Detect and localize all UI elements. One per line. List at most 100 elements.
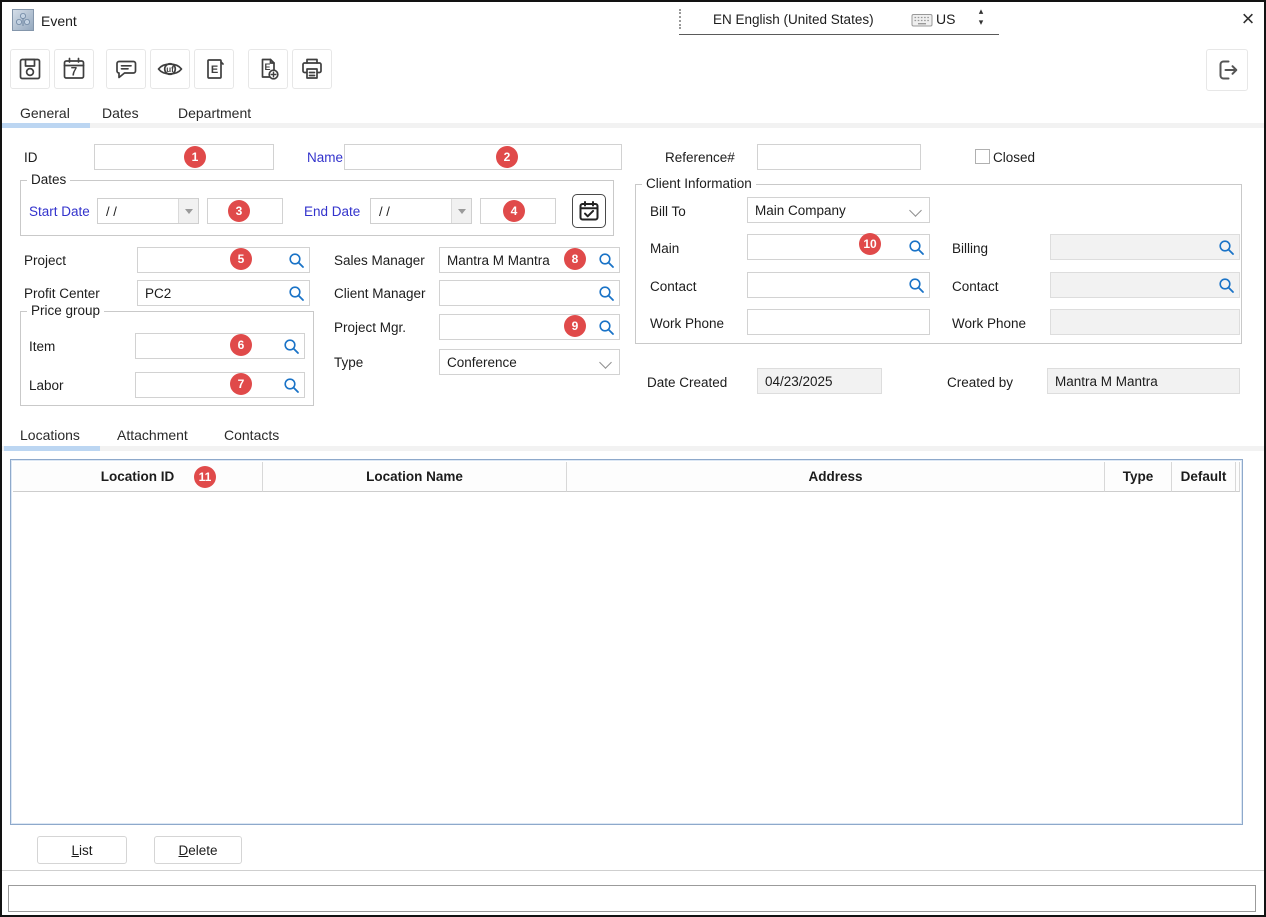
reference-label: Reference# (665, 150, 735, 165)
work-phone-left-field[interactable] (747, 309, 930, 335)
client-manager-field[interactable] (439, 280, 620, 306)
view-userfields-button[interactable]: uf (150, 49, 190, 89)
dates-group-label: Dates (27, 172, 70, 187)
main-field[interactable] (747, 234, 930, 260)
column-header-location-name[interactable]: Location Name (263, 462, 567, 492)
project-search-icon[interactable] (288, 252, 305, 269)
start-date-dropdown-arrow[interactable] (178, 199, 198, 223)
sales-manager-field[interactable]: Mantra M Mantra (439, 247, 620, 273)
annotation-badge-11: 11 (194, 466, 216, 488)
date-created-field: 04/23/2025 (757, 368, 882, 394)
print-button[interactable] (292, 49, 332, 89)
billing-search-icon[interactable] (1218, 239, 1235, 256)
annotation-badge-9: 9 (564, 315, 586, 337)
comment-icon (112, 55, 140, 83)
client-manager-search-icon[interactable] (598, 285, 615, 302)
end-date-dropdown-arrow[interactable] (451, 199, 471, 223)
tab-contacts[interactable]: Contacts (224, 427, 279, 443)
active-tab-underline (2, 123, 90, 128)
contact-left-field[interactable] (747, 272, 930, 298)
contact-left-search-icon[interactable] (908, 277, 925, 294)
annotation-badge-7: 7 (230, 373, 252, 395)
annotation-badge-4: 4 (503, 200, 525, 222)
chevron-down-icon[interactable] (909, 204, 922, 217)
column-header-location-id[interactable]: Location ID (13, 462, 263, 492)
svg-text:E: E (264, 62, 270, 72)
contact-right-field[interactable] (1050, 272, 1240, 298)
sales-manager-search-icon[interactable] (598, 252, 615, 269)
column-header-address[interactable]: Address (567, 462, 1105, 492)
work-phone-right-field[interactable] (1050, 309, 1240, 335)
close-button[interactable]: × (1235, 6, 1261, 32)
closed-checkbox[interactable] (975, 149, 990, 164)
created-by-field: Mantra M Mantra (1047, 368, 1240, 394)
tab-general[interactable]: General (20, 105, 70, 121)
profit-center-field[interactable]: PC2 (137, 280, 310, 306)
reference-field[interactable] (757, 144, 921, 170)
language-bar[interactable]: EN English (United States) US ▴ ▾ (679, 6, 999, 35)
language-bar-options-spinner[interactable]: ▴ ▾ (975, 8, 987, 26)
spin-up-icon[interactable]: ▴ (975, 8, 987, 15)
profit-center-search-icon[interactable] (288, 285, 305, 302)
project-field[interactable] (137, 247, 310, 273)
project-label: Project (24, 253, 66, 268)
comment-button[interactable] (106, 49, 146, 89)
calendar-check-button[interactable] (572, 194, 606, 228)
calendar-check-icon (577, 199, 601, 223)
status-divider (2, 870, 1264, 871)
tab-department[interactable]: Department (178, 105, 251, 121)
tab-locations[interactable]: Locations (20, 427, 80, 443)
save-button[interactable] (10, 49, 50, 89)
main-search-icon[interactable] (908, 239, 925, 256)
bill-to-dropdown[interactable]: Main Company (747, 197, 930, 223)
app-icon (12, 9, 34, 31)
item-field[interactable] (135, 333, 305, 359)
new-event-document-icon: E (254, 55, 282, 83)
exit-button[interactable] (1206, 49, 1248, 91)
start-date-combo[interactable]: / / (97, 198, 199, 224)
contact-right-label: Contact (952, 279, 999, 294)
client-manager-label: Client Manager (334, 286, 426, 301)
language-bar-grip[interactable] (679, 9, 681, 29)
tab-attachment[interactable]: Attachment (117, 427, 188, 443)
locations-table: Location ID Location Name Address Type D… (10, 459, 1243, 825)
column-header-default[interactable]: Default (1172, 462, 1236, 492)
billing-field[interactable] (1050, 234, 1240, 260)
name-field[interactable] (344, 144, 622, 170)
delete-button[interactable]: Delete (154, 836, 242, 864)
column-header-type[interactable]: Type (1105, 462, 1172, 492)
annotation-badge-3: 3 (228, 200, 250, 222)
save-icon (16, 55, 44, 83)
new-event-button[interactable]: E (248, 49, 288, 89)
start-date-label: Start Date (29, 204, 90, 219)
project-mgr-field[interactable] (439, 314, 620, 340)
end-date-label: End Date (304, 204, 360, 219)
closed-label: Closed (993, 150, 1035, 165)
event-document-button[interactable]: E (194, 49, 234, 89)
labor-search-icon[interactable] (283, 377, 300, 394)
exit-icon (1213, 56, 1241, 84)
column-header-filler (1236, 462, 1240, 492)
end-date-combo[interactable]: / / (370, 198, 472, 224)
tabstrip-baseline (2, 123, 1264, 128)
chevron-down-icon[interactable] (599, 356, 612, 369)
project-mgr-label: Project Mgr. (334, 320, 406, 335)
list-button[interactable]: List (37, 836, 127, 864)
price-group-label: Price group (27, 303, 104, 318)
annotation-badge-1: 1 (184, 146, 206, 168)
item-search-icon[interactable] (283, 338, 300, 355)
language-label[interactable]: EN English (United States) (713, 12, 874, 27)
locations-table-body[interactable] (13, 492, 1240, 822)
annotation-badge-6: 6 (230, 334, 252, 356)
keyboard-layout-label[interactable]: US (936, 11, 955, 27)
sales-manager-label: Sales Manager (334, 253, 425, 268)
calendar-icon: 7 (60, 55, 88, 83)
labor-label: Labor (29, 378, 64, 393)
labor-field[interactable] (135, 372, 305, 398)
date-calendar-button[interactable]: 7 (54, 49, 94, 89)
project-mgr-search-icon[interactable] (598, 319, 615, 336)
contact-right-search-icon[interactable] (1218, 277, 1235, 294)
spin-down-icon[interactable]: ▾ (975, 19, 987, 26)
type-dropdown[interactable]: Conference (439, 349, 620, 375)
tab-dates[interactable]: Dates (102, 105, 139, 121)
